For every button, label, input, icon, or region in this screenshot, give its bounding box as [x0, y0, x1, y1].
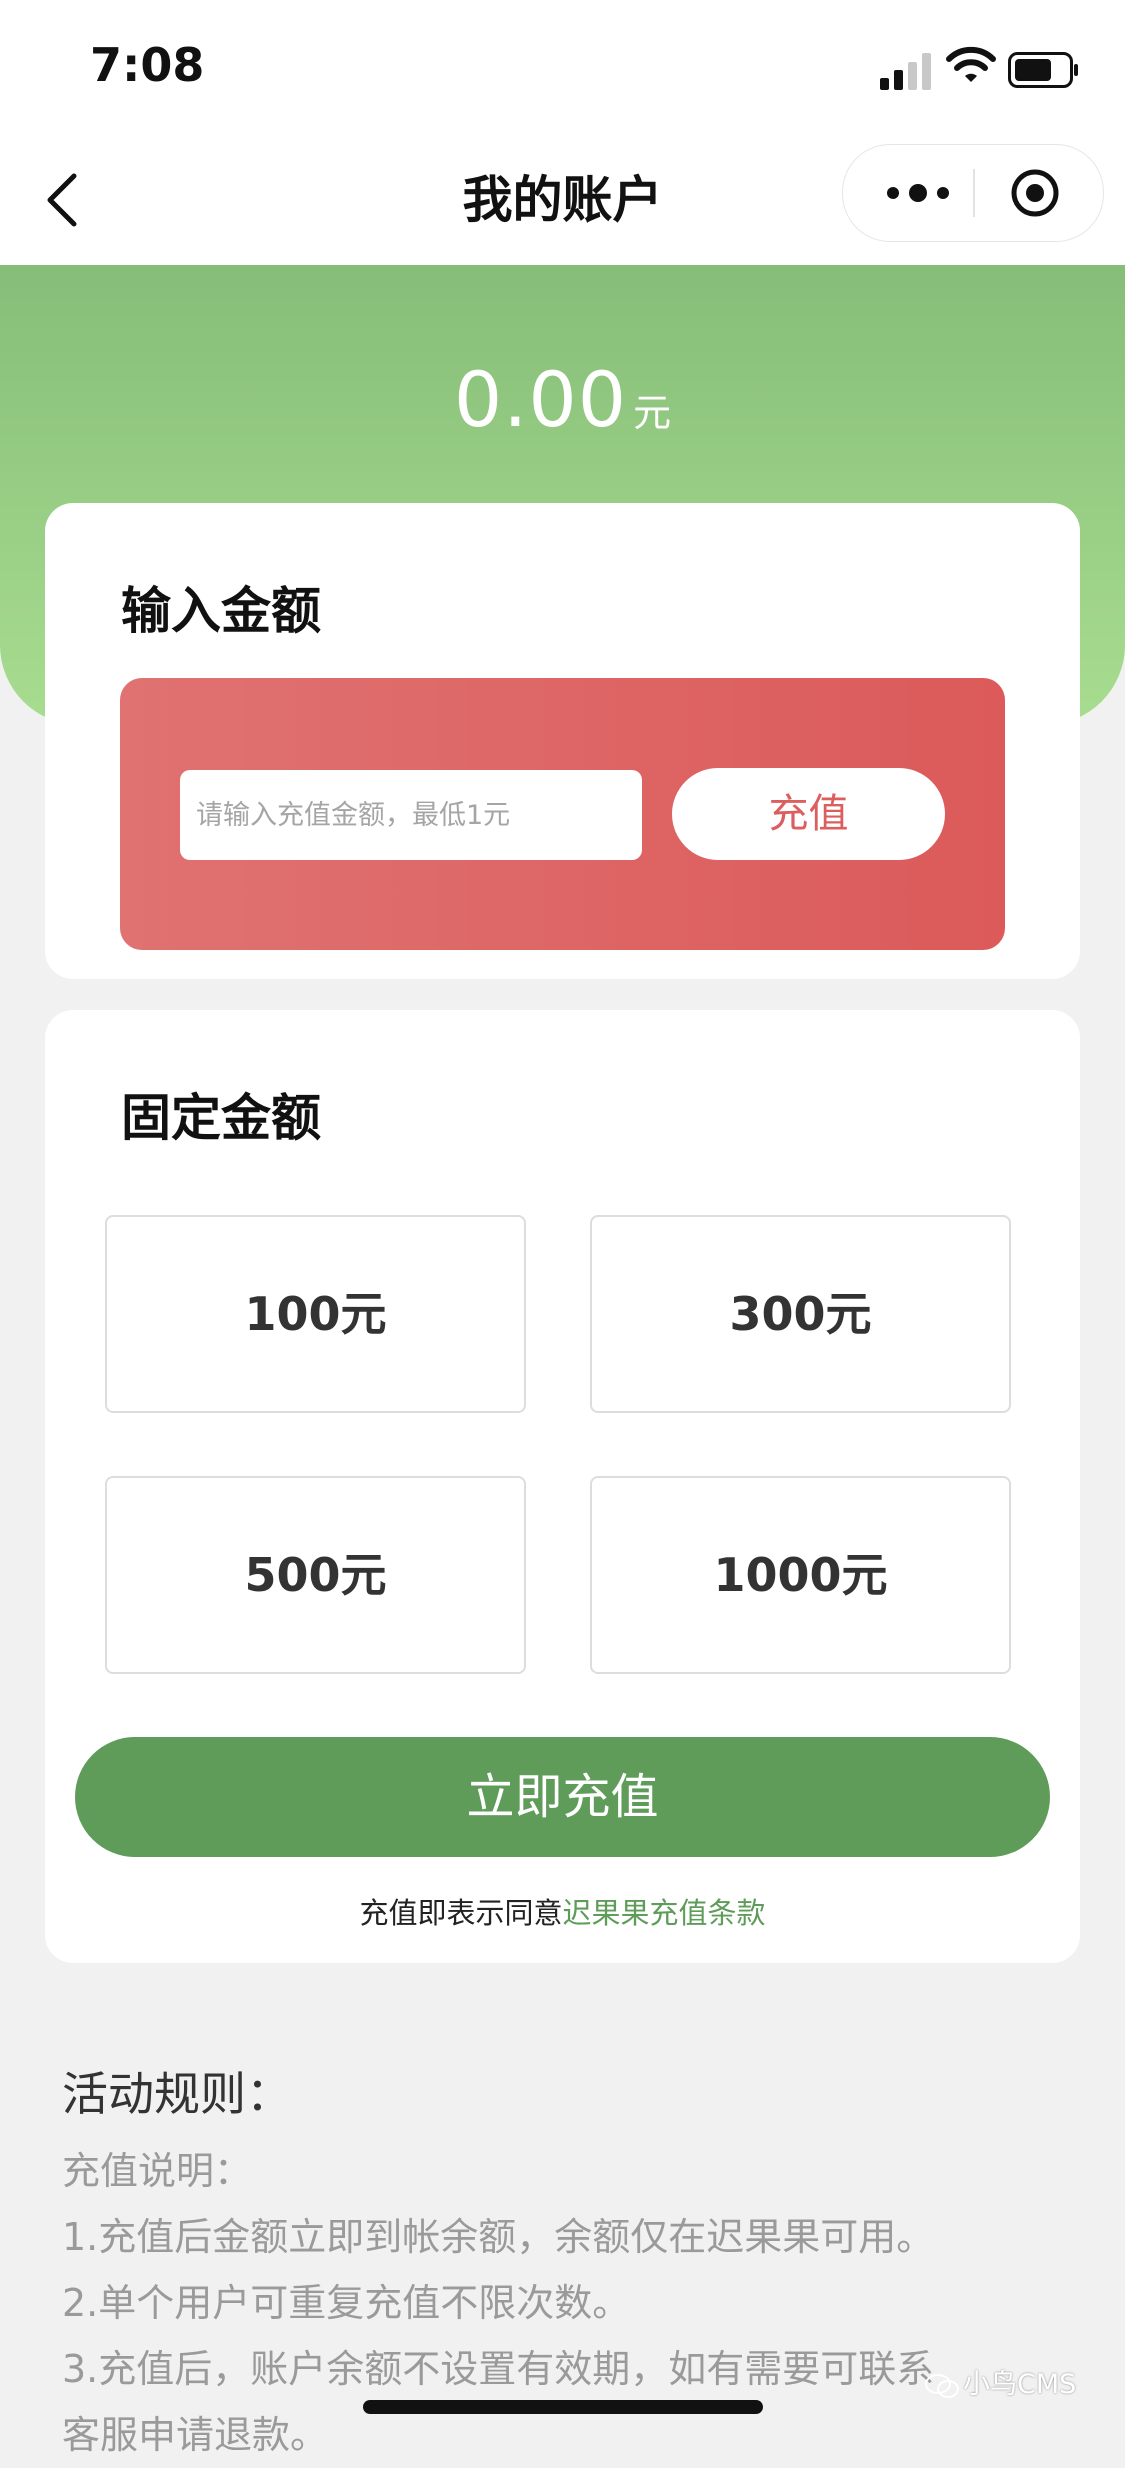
rules-line: 2.单个用户可重复充值不限次数。	[62, 2281, 631, 2325]
fixed-amount-title: 固定金额	[121, 1089, 321, 1147]
amount-option-500[interactable]: 500元	[105, 1476, 526, 1674]
recharge-now-button[interactable]: 立即充值	[75, 1737, 1050, 1857]
status-time: 7:08	[90, 38, 205, 92]
agreement-text: 充值即表示同意迟果果充值条款	[45, 1890, 1080, 1932]
balance-display: 0.00 元	[0, 355, 1125, 444]
rules-line: 充值说明：	[62, 2149, 253, 2193]
amount-option-1000[interactable]: 1000元	[590, 1476, 1011, 1674]
close-target-icon[interactable]	[1010, 168, 1060, 218]
fixed-amount-card: 固定金额 100元 300元 500元 1000元 立即充值 充值即表示同意迟果…	[45, 1010, 1080, 1963]
watermark: 小鸟CMS	[925, 2362, 1076, 2401]
agreement-link[interactable]: 迟果果充值条款	[563, 1896, 766, 1930]
agreement-prefix: 充值即表示同意	[359, 1896, 563, 1930]
rules-line: 3.充值后，账户余额不设置有效期，如有需要可联系	[62, 2347, 935, 2391]
watermark-text: 小鸟CMS	[963, 2369, 1077, 2400]
battery-icon	[1008, 52, 1078, 88]
balance-amount: 0.00	[453, 355, 628, 444]
home-indicator[interactable]	[363, 2400, 763, 2414]
recharge-button[interactable]: 充值	[672, 768, 945, 860]
mini-program-capsule	[842, 144, 1104, 242]
status-bar: 7:08	[0, 0, 1125, 130]
amount-option-100[interactable]: 100元	[105, 1215, 526, 1413]
amount-option-300[interactable]: 300元	[590, 1215, 1011, 1413]
more-icon[interactable]	[883, 173, 953, 213]
rules-line: 1.充值后金额立即到帐余额，余额仅在迟果果可用。	[62, 2215, 935, 2259]
nav-bar: 我的账户	[0, 130, 1125, 265]
rules-title: 活动规则：	[62, 2067, 292, 2121]
input-amount-title: 输入金额	[121, 582, 321, 640]
capsule-divider	[973, 169, 975, 217]
amount-input[interactable]	[180, 770, 642, 860]
wifi-icon	[946, 46, 996, 82]
input-panel: 充值	[120, 678, 1005, 950]
balance-unit: 元	[633, 391, 672, 435]
input-amount-card: 输入金额 充值	[45, 503, 1080, 979]
wechat-icon	[925, 2373, 959, 2398]
cellular-signal-icon	[880, 53, 931, 90]
